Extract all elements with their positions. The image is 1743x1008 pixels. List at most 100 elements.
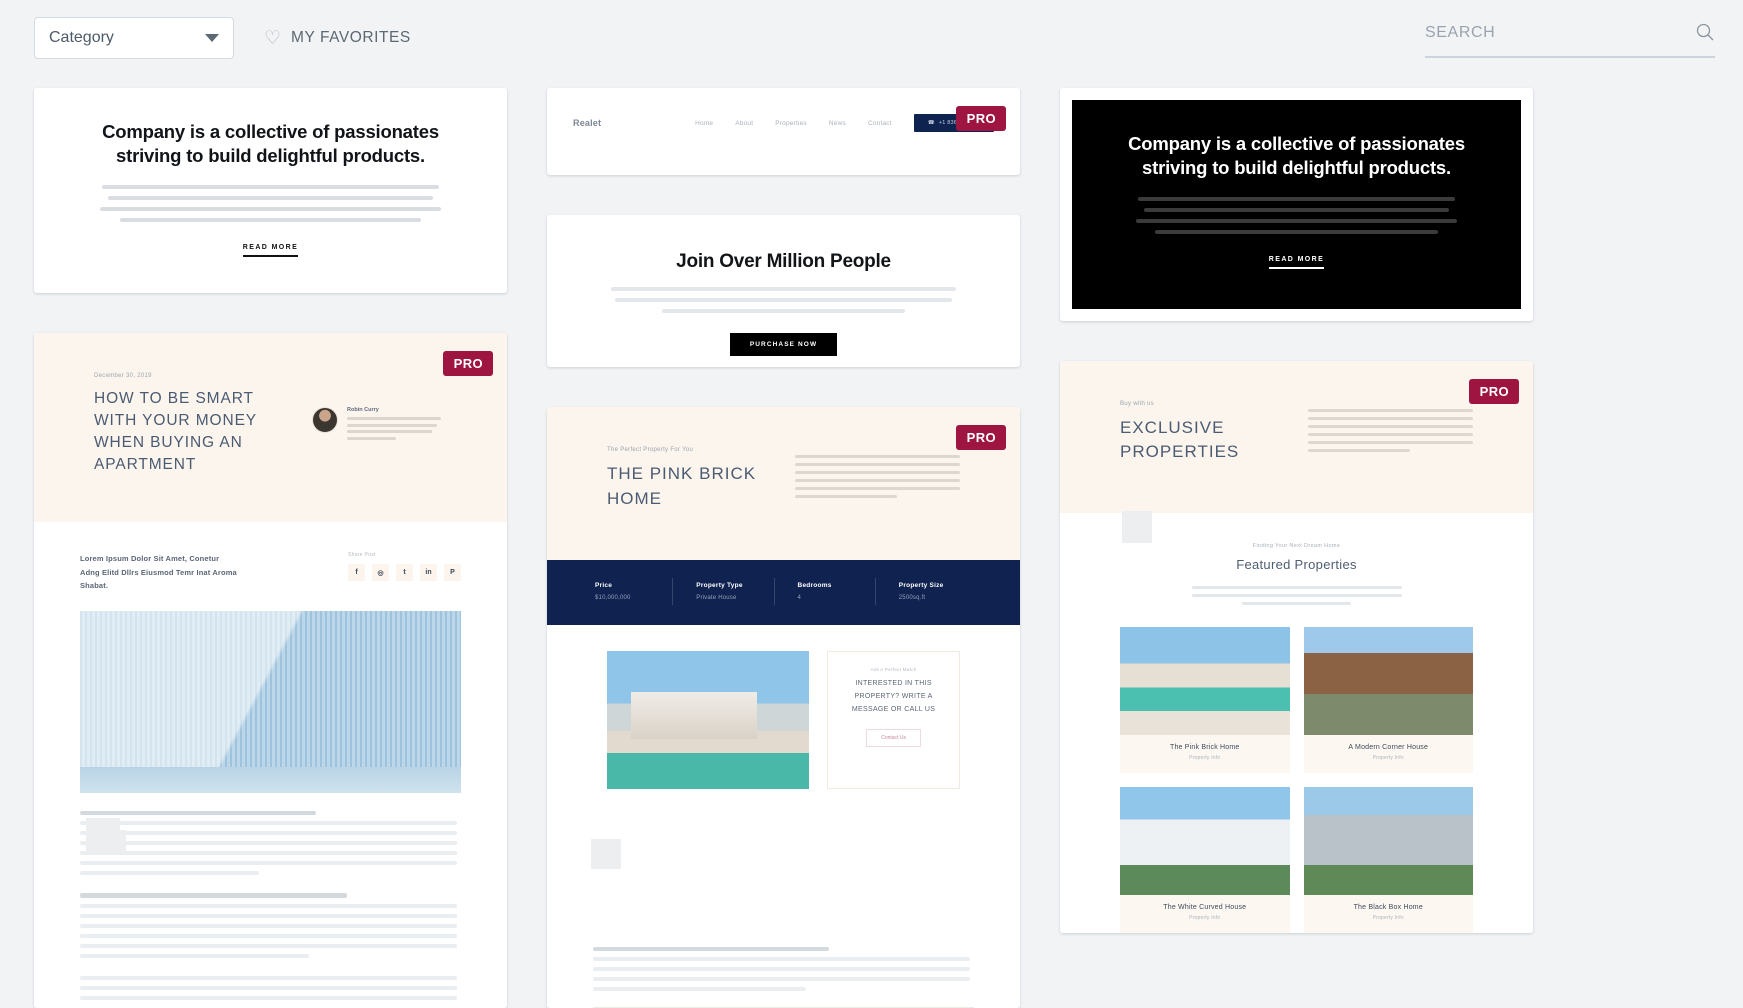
category-dropdown-label: Category xyxy=(49,29,114,46)
preview-join: Join Over Million People PURCHASE NOW xyxy=(547,215,1020,368)
stat-value: $10,000,000 xyxy=(595,594,631,601)
pro-badge: PRO xyxy=(955,425,1006,451)
pro-badge: PRO xyxy=(955,106,1006,131)
purchase-now-button[interactable]: PURCHASE NOW xyxy=(729,332,838,356)
linkedin-icon[interactable]: in xyxy=(420,564,437,582)
share-post: Share Post f ◎ t in P xyxy=(348,552,461,582)
hero-body-text xyxy=(1110,196,1483,234)
template-gallery-grid: Company is a collective of passionates s… xyxy=(34,88,1714,1008)
chevron-down-icon xyxy=(205,34,219,42)
facebook-icon[interactable]: f xyxy=(348,564,365,582)
template-card-hero-light[interactable]: Company is a collective of passionates s… xyxy=(34,88,507,294)
stat-label: Price xyxy=(595,581,613,589)
preview-hero-dark: Company is a collective of passionates s… xyxy=(1072,100,1521,309)
search-input[interactable] xyxy=(1425,24,1665,50)
preview-blog-body: Lorem Ipsum Dolor Sit Amet, Conetur Adng… xyxy=(34,522,507,1008)
nav-item-about[interactable]: About xyxy=(735,120,753,127)
blog-title: HOW TO BE SMART WITH YOUR MONEY WHEN BUY… xyxy=(94,390,257,474)
gallery-column-2: PRO Realet Home About Properties News Co… xyxy=(547,88,1020,1008)
pro-badge: PRO xyxy=(1468,378,1519,404)
blog-paragraph-1 xyxy=(80,810,461,876)
nav-item-news[interactable]: News xyxy=(829,120,846,127)
search-box[interactable] xyxy=(1425,18,1715,58)
property-stat-bedrooms: Bedrooms 4 xyxy=(770,577,871,605)
property-thumbnail xyxy=(1303,627,1473,736)
hero-heading: Company is a collective of passionates s… xyxy=(102,121,439,167)
preview-property-header: The Perfect Property For You THE PINK BR… xyxy=(547,407,1020,560)
join-heading: Join Over Million People xyxy=(676,250,891,272)
property-thumbnail xyxy=(1120,787,1290,896)
exclusive-kicker: Buy with us xyxy=(1120,400,1154,407)
hero-read-more-link[interactable]: READ MORE xyxy=(242,244,299,257)
blog-hero-image xyxy=(80,610,461,793)
exclusive-title: EXCLUSIVE PROPERTIES xyxy=(1120,417,1240,462)
my-favorites-label: MY FAVORITES xyxy=(291,29,411,46)
property-card[interactable]: The Black Box Home Property Info xyxy=(1303,787,1473,934)
blog-author: Robin Curry xyxy=(312,407,441,440)
search-icon[interactable] xyxy=(1695,22,1715,47)
property-contact-box: Ask A Perfect Match INTERESTED IN THIS P… xyxy=(827,651,960,789)
twitter-icon[interactable]: t xyxy=(396,564,413,582)
property-card[interactable]: The White Curved House Property Info xyxy=(1120,787,1290,934)
hero-read-more-link[interactable]: READ MORE xyxy=(1268,256,1325,269)
stat-value: Private House xyxy=(696,594,737,601)
property-info: Property Info xyxy=(1189,915,1221,922)
blog-paragraph-2 xyxy=(80,893,461,958)
heart-icon: ♡ xyxy=(264,27,282,49)
hero-heading: Company is a collective of passionates s… xyxy=(1128,133,1465,179)
stat-value: 2500sq.ft xyxy=(898,594,926,601)
property-kicker: The Perfect Property For You xyxy=(607,447,694,454)
template-card-exclusive-properties[interactable]: PRO Buy with us EXCLUSIVE PROPERTIES Fin… xyxy=(1060,360,1533,934)
featured-properties-section: Finding Your Next Dream Home Featured Pr… xyxy=(1060,513,1533,934)
author-bio xyxy=(347,417,441,440)
property-name: The Pink Brick Home xyxy=(1169,744,1240,752)
hero-body-text xyxy=(72,184,469,222)
template-card-property-detail[interactable]: PRO The Perfect Property For You THE PIN… xyxy=(547,407,1020,1008)
template-card-blog-post[interactable]: PRO December 30, 2019 HOW TO BE SMART WI… xyxy=(34,333,507,1008)
preview-property-footer xyxy=(547,924,1020,1008)
pinterest-icon[interactable]: P xyxy=(444,564,461,582)
blog-paragraph-3 xyxy=(80,975,461,1000)
property-title: THE PINK BRICK HOME xyxy=(607,464,757,509)
property-info: Property Info xyxy=(1372,915,1404,922)
blog-date: December 30, 2019 xyxy=(94,373,152,380)
property-photo xyxy=(607,650,810,789)
property-name: A Modern Corner House xyxy=(1348,744,1429,752)
stat-label: Property Type xyxy=(696,581,743,589)
stat-value: 4 xyxy=(797,594,802,601)
featured-properties-grid: The Pink Brick Home Property Info A Mode… xyxy=(1120,627,1473,934)
template-card-hero-dark[interactable]: Company is a collective of passionates s… xyxy=(1060,88,1533,321)
featured-title: Featured Properties xyxy=(1236,557,1357,573)
category-dropdown[interactable]: Category xyxy=(34,17,234,59)
instagram-icon[interactable]: ◎ xyxy=(372,564,389,582)
preview-exclusive-header: Buy with us EXCLUSIVE PROPERTIES xyxy=(1060,360,1533,514)
property-stats-bar: Price $10,000,000 Property Type Private … xyxy=(547,559,1020,625)
featured-body-text xyxy=(1191,586,1402,606)
nav-item-home[interactable]: Home xyxy=(695,120,713,127)
avatar xyxy=(312,407,338,434)
gallery-column-1: Company is a collective of passionates s… xyxy=(34,88,507,1008)
featured-kicker: Finding Your Next Dream Home xyxy=(1252,543,1341,550)
my-favorites-button[interactable]: ♡ MY FAVORITES xyxy=(264,29,411,48)
property-card[interactable]: A Modern Corner House Property Info xyxy=(1303,627,1473,774)
property-name: The Black Box Home xyxy=(1353,904,1423,912)
stat-label: Bedrooms xyxy=(797,581,832,589)
stat-label: Property Size xyxy=(898,581,944,589)
contact-title: INTERESTED IN THIS PROPERTY? WRITE A MES… xyxy=(851,679,936,714)
property-card[interactable]: The Pink Brick Home Property Info xyxy=(1120,627,1290,774)
property-thumbnail xyxy=(1303,787,1473,896)
preview-hero-light: Company is a collective of passionates s… xyxy=(34,88,507,293)
join-body-text xyxy=(587,286,980,313)
nav-item-contact[interactable]: Contact xyxy=(868,120,892,127)
property-name: The White Curved House xyxy=(1163,904,1247,912)
nav-item-properties[interactable]: Properties xyxy=(775,120,807,127)
property-photo-row: Ask A Perfect Match INTERESTED IN THIS P… xyxy=(547,624,1020,789)
property-stat-size: Property Size 2500sq.ft xyxy=(871,577,972,605)
decor-block xyxy=(102,830,126,853)
property-info: Property Info xyxy=(1372,755,1404,762)
property-info: Property Info xyxy=(1189,755,1221,762)
blog-subtitle: Lorem Ipsum Dolor Sit Amet, Conetur Adng… xyxy=(80,554,237,591)
template-card-nav-header[interactable]: PRO Realet Home About Properties News Co… xyxy=(547,88,1020,175)
contact-us-button[interactable]: Contact Us xyxy=(866,728,921,747)
template-card-join[interactable]: Join Over Million People PURCHASE NOW xyxy=(547,214,1020,368)
